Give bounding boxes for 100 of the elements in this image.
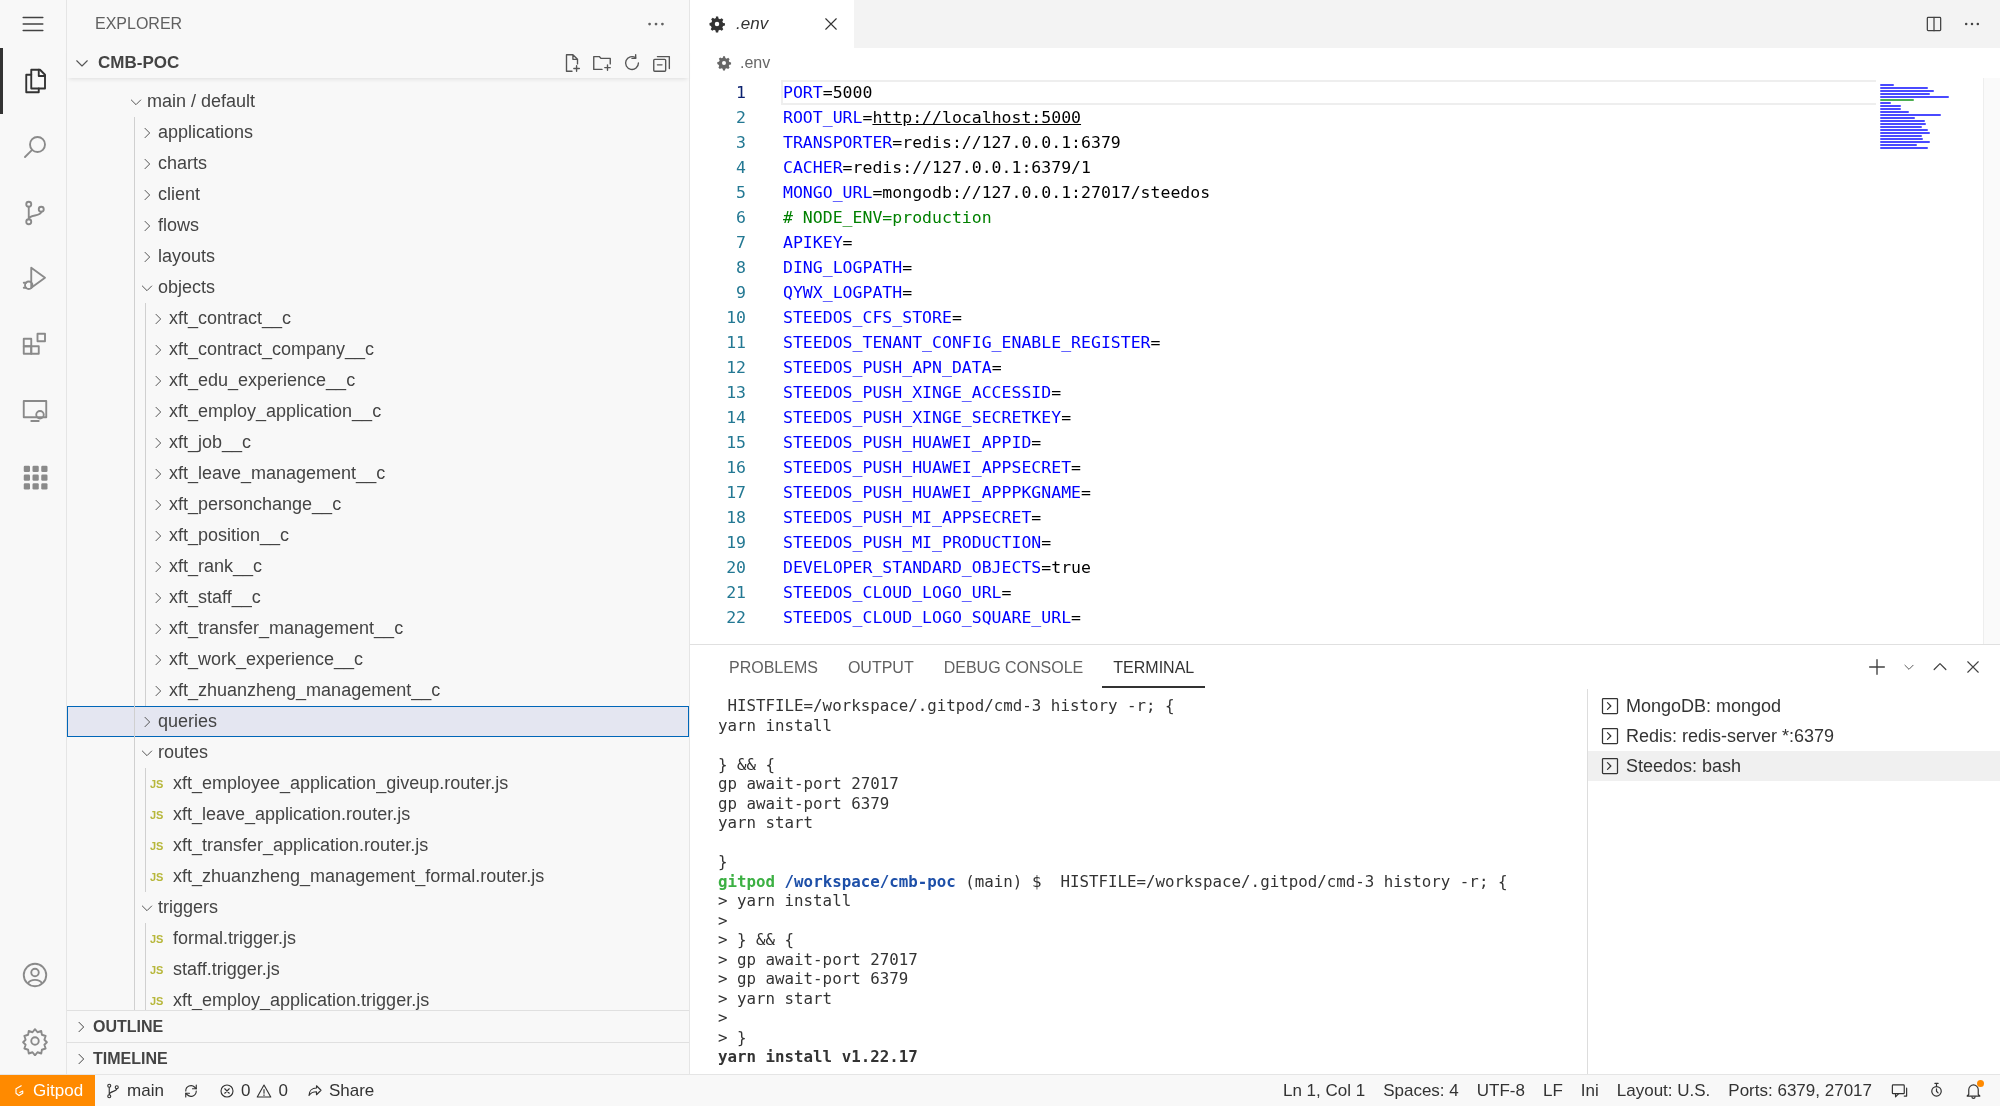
panel-tab[interactable]: DEBUG CONSOLE — [932, 646, 1095, 688]
folder-item[interactable]: flows — [67, 210, 689, 241]
line-number: 5 — [735, 183, 746, 202]
folder-item[interactable]: triggers — [67, 892, 689, 923]
folder-item[interactable]: charts — [67, 148, 689, 179]
terminal-icon — [1600, 726, 1620, 746]
line-number: 12 — [725, 358, 746, 377]
terminal-item[interactable]: MongoDB: mongod — [1588, 691, 2000, 721]
problems-button[interactable]: 0 0 — [208, 1075, 297, 1106]
folder-item[interactable]: applications — [67, 117, 689, 148]
file-item[interactable]: JS xft_zhuanzheng_management_formal.router.js — [67, 861, 689, 892]
panel-tab[interactable]: OUTPUT — [836, 646, 925, 688]
js-file-icon: JS — [150, 932, 167, 945]
folder-item[interactable]: xft_position__c — [67, 520, 689, 551]
folder-item[interactable]: routes — [67, 737, 689, 768]
panel-tab[interactable]: PROBLEMS — [718, 646, 829, 688]
gear-icon — [716, 55, 732, 71]
folder-item[interactable]: xft_personchange__c — [67, 489, 689, 520]
code-line: QYWX_LOGPATH= — [783, 283, 913, 302]
folder-item[interactable]: xft_zhuanzheng_management__c — [67, 675, 689, 706]
terminal-item[interactable]: Redis: redis-server *:6379 — [1588, 721, 2000, 751]
file-item[interactable]: JS xft_employ_application.trigger.js — [67, 985, 689, 1010]
status-item[interactable]: LF — [1533, 1075, 1572, 1106]
file-item[interactable]: JS staff.trigger.js — [67, 954, 689, 985]
line-number: 22 — [725, 608, 746, 627]
status-item[interactable]: Layout: U.S. — [1607, 1075, 1720, 1106]
code-line: DING_LOGPATH= — [783, 258, 913, 277]
folder-item[interactable]: xft_contract_company__c — [67, 334, 689, 365]
folder-item[interactable]: xft_employ_application__c — [67, 396, 689, 427]
branch-button[interactable]: main — [95, 1075, 173, 1106]
code-line: STEEDOS_PUSH_XINGE_ACCESSID= — [783, 383, 1062, 402]
terminal-line: > gp await-port 6379 — [718, 969, 910, 989]
split-editor-icon[interactable] — [1924, 14, 1944, 34]
folder-item[interactable]: xft_leave_management__c — [67, 458, 689, 489]
settings-icon[interactable] — [19, 1026, 50, 1056]
folder-item[interactable]: xft_job__c — [67, 427, 689, 458]
file-item[interactable]: JS xft_transfer_application.router.js — [67, 830, 689, 861]
line-number: 2 — [735, 108, 746, 127]
plus-icon[interactable] — [1866, 656, 1888, 678]
terminal-line: > yarn install — [718, 891, 853, 911]
folder-item[interactable]: xft_staff__c — [67, 582, 689, 613]
share-button[interactable]: Share — [296, 1075, 384, 1106]
code-line: STEEDOS_TENANT_CONFIG_ENABLE_REGISTER= — [783, 333, 1161, 352]
status-item[interactable]: Spaces: 4 — [1374, 1075, 1468, 1106]
file-item[interactable]: JS xft_employee_application_giveup.router.js — [67, 768, 689, 799]
section-header[interactable]: OUTLINE — [67, 1010, 689, 1042]
line-number: 19 — [725, 533, 746, 552]
file-item[interactable]: JS xft_leave_application.router.js — [67, 799, 689, 830]
code-line: STEEDOS_PUSH_HUAWEI_APPID= — [783, 433, 1042, 452]
line-number: 4 — [735, 158, 746, 177]
terminal-line: > yarn start — [718, 988, 834, 1008]
folder-item[interactable]: xft_transfer_management__c — [67, 613, 689, 644]
breadcrumb[interactable]: .env — [740, 54, 771, 72]
folder-item[interactable]: queries — [67, 706, 689, 737]
folder-item[interactable]: xft_rank__c — [67, 551, 689, 582]
folder-item[interactable]: client — [67, 179, 689, 210]
status-item[interactable]: Ini — [1571, 1075, 1608, 1106]
code-line: PORT=5000 — [783, 83, 873, 102]
folder-item[interactable]: main / default — [67, 86, 689, 117]
close-icon[interactable] — [822, 15, 840, 33]
code-line: STEEDOS_PUSH_HUAWEI_APPSECRET= — [783, 458, 1082, 477]
code-line: APIKEY= — [783, 233, 853, 252]
terminal-line: > } && { — [718, 930, 796, 950]
code-line: # NODE_ENV=production — [783, 208, 992, 227]
line-number: 8 — [735, 258, 746, 277]
folder-header[interactable]: CMB-POC — [67, 48, 689, 78]
terminal-line: > gp await-port 27017 — [718, 949, 919, 969]
terminal-icon — [1600, 756, 1620, 776]
file-item[interactable]: JS formal.trigger.js — [67, 923, 689, 954]
status-item[interactable]: Ports: 6379, 27017 — [1719, 1075, 1881, 1106]
sidebar-title: EXPLORER — [95, 15, 183, 33]
feedback-icon[interactable] — [1890, 1081, 1909, 1100]
code-line: STEEDOS_PUSH_MI_PRODUCTION= — [783, 533, 1052, 552]
line-number: 21 — [725, 583, 746, 602]
scrollbar[interactable] — [1983, 78, 2000, 644]
code-line: STEEDOS_PUSH_HUAWEI_APPPKGNAME= — [783, 483, 1091, 502]
folder-item[interactable]: xft_work_experience__c — [67, 644, 689, 675]
js-file-icon: JS — [150, 839, 167, 852]
code-line: STEEDOS_CFS_STORE= — [783, 308, 962, 327]
error-icon — [217, 1081, 236, 1100]
status-item[interactable]: UTF-8 — [1467, 1075, 1534, 1106]
folder-item[interactable]: xft_edu_experience__c — [67, 365, 689, 396]
gear-icon — [708, 15, 726, 33]
folder-item[interactable]: layouts — [67, 241, 689, 272]
code-line: DEVELOPER_STANDARD_OBJECTS=true — [783, 558, 1091, 577]
js-file-icon: JS — [150, 963, 167, 976]
code-line: STEEDOS_CLOUD_LOGO_URL= — [783, 583, 1012, 602]
line-number: 7 — [735, 233, 746, 252]
line-number: 15 — [725, 433, 746, 452]
folder-item[interactable]: objects — [67, 272, 689, 303]
status-item[interactable]: Ln 1, Col 1 — [1273, 1075, 1375, 1106]
editor-tab[interactable]: .env — [690, 0, 854, 48]
panel-tab[interactable]: TERMINAL — [1102, 646, 1206, 688]
terminal-line: > — [718, 1008, 729, 1028]
terminal-item[interactable]: Steedos: bash — [1588, 751, 2000, 781]
terminal-line: yarn install — [718, 715, 834, 735]
terminal-line: } && { — [718, 754, 777, 774]
terminal-line: HISTFILE=/workspace/.gitpod/cmd-3 history -r; { — [726, 696, 1176, 716]
close-icon[interactable] — [1964, 658, 1982, 676]
folder-item[interactable]: xft_contract__c — [67, 303, 689, 334]
